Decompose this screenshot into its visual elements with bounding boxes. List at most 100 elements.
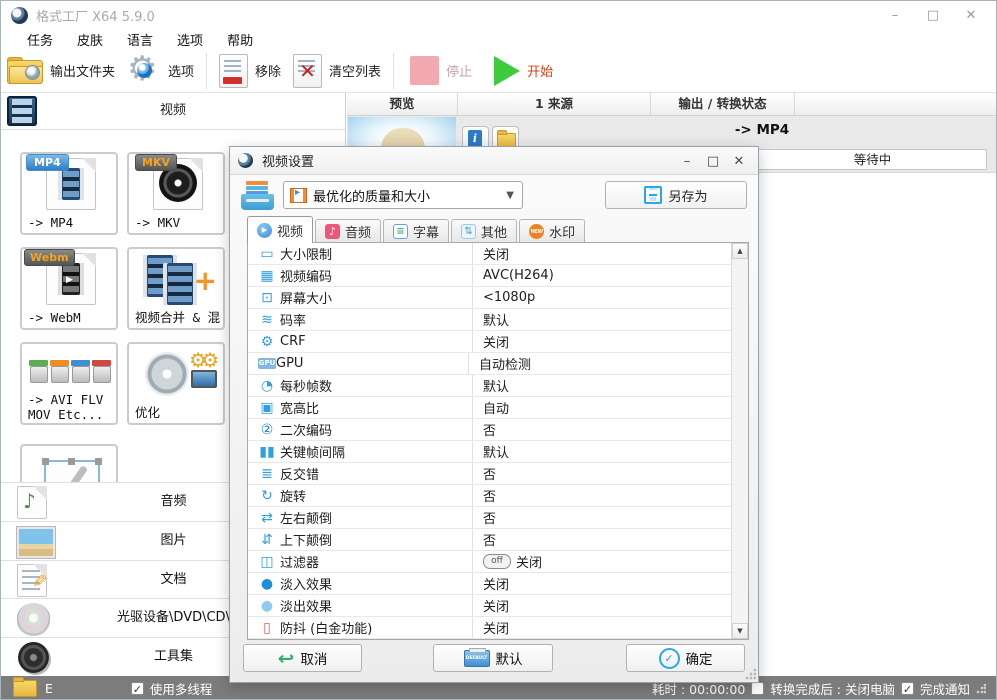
dialog-title-bar[interactable]: 视频设置 – □ ✕	[230, 147, 758, 175]
tab-subtitle[interactable]: ≡ 字幕	[383, 219, 450, 243]
setting-value[interactable]: off 关闭	[472, 551, 748, 572]
setting-row[interactable]: ⇄ 左右颠倒 否	[248, 507, 748, 529]
webm-file-icon: ▶ Webm	[22, 249, 116, 305]
close-button[interactable]: ✕	[952, 8, 990, 23]
format-tile[interactable]: MKV -> MKV	[127, 152, 225, 235]
setting-value-text: 关闭	[483, 336, 510, 351]
setting-value[interactable]: <1080p	[472, 287, 748, 308]
multithread-toggle[interactable]: ✓ 使用多线程	[130, 679, 212, 698]
menu-item[interactable]: 任务	[15, 30, 65, 49]
dialog-maximize-button[interactable]: □	[700, 154, 726, 169]
setting-row[interactable]: GPU GPU 自动检测	[248, 353, 748, 375]
setting-row[interactable]: ⇵ 上下颠倒 否	[248, 529, 748, 551]
column-preview[interactable]: 预览	[347, 93, 458, 115]
setting-value[interactable]: 关闭	[472, 617, 748, 638]
column-output-state[interactable]: 输出 / 转换状态	[651, 93, 795, 115]
default-button[interactable]: DEFAULT 默认	[433, 644, 553, 672]
setting-row[interactable]: ◫ 过滤器 off 关闭	[248, 551, 748, 573]
format-tile[interactable]: -> AVI FLV MOV Etc...	[20, 342, 118, 425]
setting-row[interactable]: ● 淡出效果 关闭	[248, 595, 748, 617]
remove-button[interactable]: 移除	[219, 53, 281, 88]
setting-value[interactable]: 否	[472, 529, 748, 550]
title-bar: 格式工厂 X64 5.9.0 – □ ✕	[1, 1, 996, 29]
stop-label: 停止	[446, 65, 473, 80]
setting-value[interactable]: 自动检测	[468, 353, 748, 374]
setting-row[interactable]: ▮▮ 关键帧间隔 默认	[248, 441, 748, 463]
profile-selected-value: 最优化的质量和大小	[313, 189, 431, 205]
options-button[interactable]: ⚙ 选项	[127, 52, 194, 88]
setting-value[interactable]: 自动	[472, 397, 748, 418]
setting-row[interactable]: ▭ 大小限制 关闭	[248, 243, 748, 265]
multithread-checkbox[interactable]: ✓	[130, 682, 144, 696]
setting-value[interactable]: 否	[472, 507, 748, 528]
setting-value-text: 自动	[483, 402, 510, 417]
video-section-label: 视频	[159, 103, 186, 118]
cancel-button[interactable]: ↩ 取消	[243, 644, 362, 672]
format-tile[interactable]: + 视频合并 & 混流	[127, 247, 225, 330]
format-tile[interactable]: ⚙⚙ 优化	[127, 342, 225, 425]
menu-item[interactable]: 语言	[115, 30, 165, 49]
tab-other[interactable]: ⇅ 其他	[451, 219, 518, 243]
tab-watermark[interactable]: NEW 水印	[519, 219, 586, 243]
output-folder-button[interactable]: 输出文件夹	[7, 57, 115, 84]
format-badge: Webm	[24, 249, 75, 266]
setting-value[interactable]: 默认	[472, 441, 748, 462]
menu-item[interactable]: 选项	[165, 30, 215, 49]
tab-label: 音频	[345, 226, 372, 241]
format-tile[interactable]	[20, 444, 118, 482]
minimize-button[interactable]: –	[876, 8, 914, 23]
tab-video[interactable]: ▶ 视频	[247, 216, 314, 243]
format-tile[interactable]: ▶ Webm -> WebM	[20, 247, 118, 330]
profile-icon	[240, 180, 275, 211]
setting-value[interactable]: 默认	[472, 309, 748, 330]
save-as-button[interactable]: 另存为	[605, 181, 747, 209]
format-tile[interactable]: MP4 -> MP4	[20, 152, 118, 235]
profile-select[interactable]: 最优化的质量和大小 ▼	[283, 181, 523, 209]
setting-row[interactable]: ▣ 宽高比 自动	[248, 397, 748, 419]
setting-value[interactable]: 否	[472, 419, 748, 440]
dialog-minimize-button[interactable]: –	[674, 154, 700, 169]
maximize-button[interactable]: □	[914, 8, 952, 23]
setting-value-text: 关闭	[483, 622, 510, 637]
scroll-up-button[interactable]: ▲	[732, 243, 748, 259]
column-source[interactable]: 1 来源	[458, 93, 651, 115]
start-icon	[494, 55, 521, 86]
clear-list-button[interactable]: ✕ 清空列表	[293, 53, 381, 88]
dialog-close-button[interactable]: ✕	[726, 154, 752, 169]
setting-row[interactable]: ⚙ CRF 关闭	[248, 331, 748, 353]
setting-value[interactable]: 否	[472, 485, 748, 506]
tab-audio[interactable]: ♪ 音频	[315, 219, 382, 243]
drive-folder-icon[interactable]	[13, 677, 37, 697]
ok-button[interactable]: ✓ 确定	[626, 644, 745, 672]
setting-row[interactable]: ≋ 码率 默认	[248, 309, 748, 331]
dialog-resize-grip[interactable]	[744, 668, 756, 680]
setting-value[interactable]: 关闭	[472, 595, 748, 616]
notify-checkbox[interactable]: ✓	[900, 682, 914, 696]
setting-row[interactable]: ↻ 旋转 否	[248, 485, 748, 507]
shutdown-checkbox[interactable]	[751, 682, 765, 695]
start-button[interactable]: 开始	[494, 55, 553, 86]
setting-row[interactable]: ≣ 反交错 否	[248, 463, 748, 485]
setting-row[interactable]: ▦ 视频编码 AVC(H264)	[248, 265, 748, 287]
setting-value[interactable]: 关闭	[472, 243, 748, 264]
setting-value[interactable]: 默认	[472, 375, 748, 396]
format-tile-label: 优化	[135, 405, 161, 420]
menu-item[interactable]: 皮肤	[65, 30, 115, 49]
setting-row[interactable]: ⊡ 屏幕大小 <1080p	[248, 287, 748, 309]
setting-value[interactable]: 关闭	[472, 573, 748, 594]
video-section-header[interactable]: 视频	[1, 93, 345, 130]
scrollbar[interactable]: ▲ ▼	[731, 243, 748, 639]
menu-item[interactable]: 帮助	[215, 30, 265, 49]
setting-row[interactable]: ② 二次编码 否	[248, 419, 748, 441]
statusbar-resize-grip[interactable]	[976, 683, 986, 694]
setting-row[interactable]: ◔ 每秒帧数 默认	[248, 375, 748, 397]
setting-value[interactable]: AVC(H264)	[472, 265, 748, 286]
default-icon: DEFAULT	[463, 647, 490, 667]
setting-value[interactable]: 关闭	[472, 331, 748, 352]
stop-button[interactable]: 停止	[410, 56, 472, 85]
setting-row[interactable]: ● 淡入效果 关闭	[248, 573, 748, 595]
scroll-down-button[interactable]: ▼	[732, 623, 748, 639]
setting-row[interactable]: ▯ 防抖 (白金功能) 关闭	[248, 617, 748, 639]
setting-value[interactable]: 否	[472, 463, 748, 484]
setting-value-text: 否	[483, 490, 497, 505]
